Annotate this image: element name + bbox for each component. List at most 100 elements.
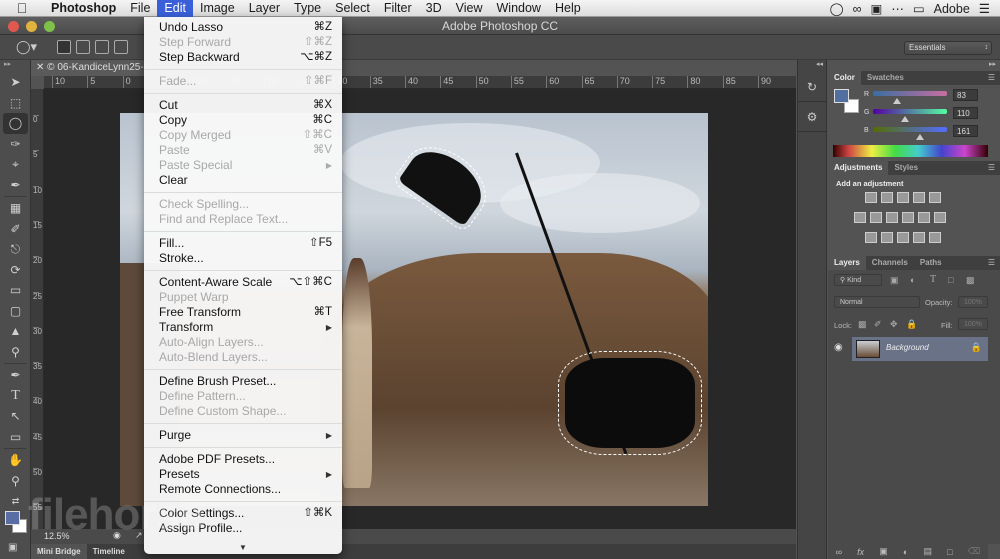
path-selection-tool-icon[interactable]: ↖ <box>0 406 31 427</box>
g-value[interactable]: 110 <box>953 107 978 119</box>
lasso-preset-icon[interactable]: ◯▾ <box>16 39 37 55</box>
menu-item-define-brush-preset[interactable]: Define Brush Preset... <box>144 374 342 389</box>
channel-mixer-icon[interactable] <box>918 212 930 223</box>
menu-3d[interactable]: 3D <box>419 0 449 17</box>
tab-mini-bridge[interactable]: Mini Bridge <box>31 544 87 559</box>
apple-icon[interactable]:  <box>14 0 30 16</box>
menu-help[interactable]: Help <box>548 0 588 17</box>
dodge-tool-icon[interactable]: ⚲ <box>0 342 31 363</box>
menu-item-step-backward[interactable]: Step Backward ⌥⌘Z <box>144 50 342 65</box>
menu-item-clear[interactable]: Clear <box>144 173 342 188</box>
lock-pixels-icon[interactable]: ✐ <box>874 319 882 330</box>
levels-icon[interactable] <box>881 192 893 203</box>
tab-color[interactable]: Color <box>828 71 861 85</box>
menu-item-undo-lasso[interactable]: Undo Lasso ⌘Z <box>144 20 342 35</box>
selective-color-icon[interactable] <box>913 232 925 243</box>
menu-image[interactable]: Image <box>193 0 242 17</box>
hue-saturation-icon[interactable] <box>854 212 866 223</box>
new-layer-icon[interactable]: □ <box>947 547 952 557</box>
zoom-tool-icon[interactable]: ⚲ <box>0 471 31 492</box>
crop-tool-icon[interactable]: ⌖ <box>0 154 31 175</box>
filter-type-icon[interactable]: T <box>930 274 936 285</box>
move-tool-icon[interactable]: ➤ <box>0 72 31 93</box>
blur-tool-icon[interactable]: ▲ <box>0 321 31 342</box>
invert-icon[interactable] <box>865 232 877 243</box>
panel-menu-icon[interactable]: ☰ <box>988 73 995 82</box>
quick-selection-tool-icon[interactable]: ✑ <box>0 134 31 155</box>
intersect-selection-icon[interactable] <box>114 40 128 54</box>
menu-item-fill[interactable]: Fill... ⇧F5 <box>144 236 342 251</box>
b-slider[interactable] <box>873 127 947 132</box>
quick-mask-icon[interactable]: ▣ <box>8 542 17 553</box>
lock-position-icon[interactable]: ✥ <box>890 319 898 330</box>
menu-photoshop[interactable]: Photoshop <box>44 0 123 17</box>
opacity-field[interactable]: 100% <box>958 296 988 308</box>
sync-icon[interactable]: ◯ <box>830 1 844 16</box>
brightness-contrast-icon[interactable] <box>865 192 877 203</box>
workspace-select[interactable]: Essentials ↕ <box>904 41 992 55</box>
close-doc-icon[interactable]: ✕ <box>36 62 44 73</box>
expand-panels-icon[interactable]: ▸▸ <box>828 60 1000 71</box>
b-slider-thumb[interactable] <box>915 134 924 140</box>
tab-swatches[interactable]: Swatches <box>861 71 910 85</box>
menu-item-free-transform[interactable]: Free Transform ⌘T <box>144 305 342 320</box>
photo-filter-icon[interactable] <box>902 212 914 223</box>
history-brush-tool-icon[interactable]: ⟳ <box>0 260 31 281</box>
exposure-icon[interactable] <box>913 192 925 203</box>
menu-item-purge[interactable]: Purge ▶ <box>144 428 342 443</box>
r-value[interactable]: 83 <box>953 89 978 101</box>
adjustment-layer-icon[interactable]: ◐ <box>903 547 908 557</box>
layer-row[interactable]: Background 🔒 <box>852 337 988 361</box>
add-selection-icon[interactable] <box>76 40 90 54</box>
menu-filter[interactable]: Filter <box>377 0 419 17</box>
filter-smart-object-icon[interactable]: ▩ <box>966 275 975 286</box>
menu-item-stroke[interactable]: Stroke... <box>144 251 342 266</box>
menu-file[interactable]: File <box>123 0 157 17</box>
facetime-icon[interactable]: ▣ <box>871 1 883 16</box>
menu-item-content-aware-scale[interactable]: Content-Aware Scale ⌥⇧⌘C <box>144 275 342 290</box>
threshold-icon[interactable] <box>897 232 909 243</box>
lasso-tool-icon[interactable]: ◯ <box>3 113 28 134</box>
marquee-tool-icon[interactable]: ⬚ <box>0 93 31 114</box>
foreground-color-swatch[interactable] <box>5 511 20 525</box>
menu-layer[interactable]: Layer <box>242 0 287 17</box>
g-slider-thumb[interactable] <box>900 116 909 122</box>
eyedropper-tool-icon[interactable]: ✒ <box>0 175 31 196</box>
list-icon[interactable]: ☰ <box>979 1 990 16</box>
history-panel-icon[interactable]: ↻ <box>798 72 826 102</box>
filter-pixel-icon[interactable]: ▣ <box>890 275 899 286</box>
gradient-tool-icon[interactable]: ▢ <box>0 301 31 322</box>
link-icon[interactable]: ∞ <box>836 547 842 557</box>
panel-menu-icon[interactable]: ☰ <box>988 163 995 172</box>
document-tab[interactable]: ✕ © 06-KandiceLynn25-r <box>31 60 146 76</box>
subtract-selection-icon[interactable] <box>95 40 109 54</box>
menu-item-adobe-pdf-presets[interactable]: Adobe PDF Presets... <box>144 452 342 467</box>
tab-styles[interactable]: Styles <box>888 161 924 175</box>
filter-adjustment-icon[interactable]: ◐ <box>910 275 915 285</box>
filter-kind-select[interactable]: ⚲ Kind <box>834 274 882 286</box>
vibrance-icon[interactable] <box>929 192 941 203</box>
collapse-icon[interactable]: ▸▸ <box>0 60 30 72</box>
visibility-eye-icon[interactable]: ◉ <box>834 342 843 353</box>
menu-window[interactable]: Window <box>490 0 548 17</box>
eraser-tool-icon[interactable]: ▭ <box>0 280 31 301</box>
menu-select[interactable]: Select <box>328 0 377 17</box>
blend-mode-select[interactable]: Normal <box>834 296 920 308</box>
healing-brush-tool-icon[interactable]: ▦ <box>0 198 31 219</box>
r-slider-thumb[interactable] <box>893 98 902 104</box>
clone-stamp-tool-icon[interactable]: ⎋ <box>0 239 31 260</box>
tab-paths[interactable]: Paths <box>914 256 948 270</box>
collapse-dock-icon[interactable]: ◂◂ <box>798 60 826 72</box>
swap-colors-icon[interactable]: ⇄ <box>0 491 31 512</box>
tab-layers[interactable]: Layers <box>828 256 866 270</box>
new-selection-icon[interactable] <box>57 40 71 54</box>
properties-panel-icon[interactable]: ⚙ <box>798 102 826 132</box>
g-slider[interactable] <box>873 109 947 114</box>
tab-timeline[interactable]: Timeline <box>87 544 131 559</box>
lock-all-icon[interactable]: 🔒 <box>906 319 917 330</box>
menu-type[interactable]: Type <box>287 0 328 17</box>
foreground-color-swatch[interactable] <box>834 89 849 103</box>
more-icon[interactable]: ⋯ <box>891 1 904 16</box>
posterize-icon[interactable] <box>881 232 893 243</box>
tab-adjustments[interactable]: Adjustments <box>828 161 889 175</box>
